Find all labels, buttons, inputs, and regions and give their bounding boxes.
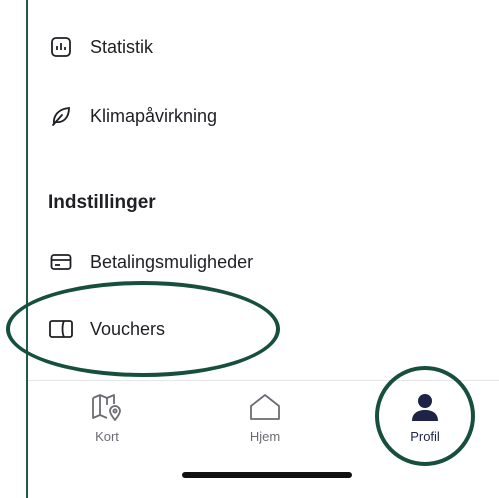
tab-kort[interactable]: Kort xyxy=(62,392,152,444)
menu-item-label: Statistik xyxy=(90,36,154,57)
menu-item-statistik[interactable]: Statistik xyxy=(48,27,153,67)
leaf-icon xyxy=(48,103,74,129)
tab-profil[interactable]: Profil xyxy=(380,392,470,444)
menu-item-betalingsmuligheder[interactable]: Betalingsmuligheder xyxy=(48,242,253,282)
tab-label: Profil xyxy=(410,429,440,444)
credit-card-icon xyxy=(48,249,74,275)
home-icon xyxy=(248,392,282,427)
menu-item-label: Vouchers xyxy=(90,318,166,339)
home-indicator[interactable] xyxy=(182,472,352,478)
tab-label: Hjem xyxy=(249,429,281,444)
menu-item-klimapavirkning[interactable]: Klimapåvirkning xyxy=(48,96,217,136)
tab-hjem[interactable]: Hjem xyxy=(220,392,310,444)
voucher-icon xyxy=(48,316,74,342)
tab-label: Kort xyxy=(95,429,119,444)
menu-item-label: Klimapåvirkning xyxy=(90,105,218,126)
tabbar-divider xyxy=(28,380,499,381)
menu-item-vouchers[interactable]: Vouchers xyxy=(48,309,165,349)
map-pin-icon xyxy=(90,392,124,427)
section-title-settings: Indstillinger xyxy=(48,192,156,213)
bar-chart-icon xyxy=(48,34,74,60)
menu-item-label: Betalingsmuligheder xyxy=(90,251,254,272)
person-icon xyxy=(408,392,442,427)
